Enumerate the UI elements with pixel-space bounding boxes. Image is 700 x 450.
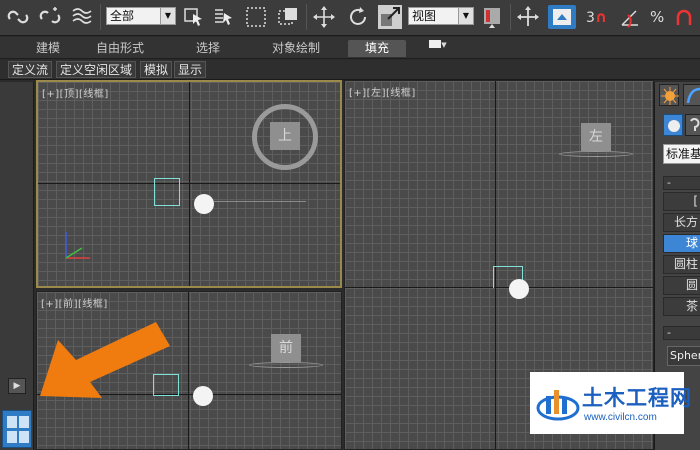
keyboard-shortcut-override-icon[interactable] bbox=[548, 5, 576, 29]
tab-selection[interactable]: 选择 bbox=[192, 40, 224, 57]
simulate-button[interactable]: 模拟 bbox=[140, 61, 173, 78]
viewport-top-label[interactable]: [+][顶][线框] bbox=[42, 85, 109, 100]
percent-snap-icon[interactable]: % bbox=[650, 5, 672, 29]
viewcube-top[interactable]: 上 bbox=[270, 122, 300, 150]
sphere-object[interactable] bbox=[193, 386, 213, 406]
chevron-down-icon: ▼ bbox=[458, 8, 473, 24]
chevron-down-icon: ▼ bbox=[160, 8, 175, 24]
object-type-box-button[interactable]: 长方 bbox=[663, 213, 700, 232]
viewcube-left[interactable]: 左 bbox=[581, 123, 611, 151]
tab-freeform[interactable]: 自由形式 bbox=[92, 40, 148, 57]
percent-label: % bbox=[650, 8, 665, 26]
object-type-cylinder-button[interactable]: 圆柱 bbox=[663, 255, 700, 274]
bind-spacewarp-icon[interactable] bbox=[70, 5, 94, 29]
sphere-object[interactable] bbox=[194, 194, 214, 214]
tab-object-paint[interactable]: 对象绘制 bbox=[268, 40, 324, 57]
select-manipulate-icon[interactable] bbox=[516, 5, 540, 29]
sphere-object[interactable] bbox=[509, 279, 529, 299]
viewcube-front[interactable]: 前 bbox=[271, 334, 301, 362]
shapes-icon[interactable] bbox=[685, 114, 700, 136]
box-object[interactable] bbox=[154, 178, 180, 206]
tab-populate[interactable]: 填充 bbox=[348, 40, 406, 57]
select-object-icon[interactable] bbox=[182, 5, 206, 29]
snap-toggle-icon[interactable]: 3∩ bbox=[586, 5, 614, 29]
scale-icon[interactable] bbox=[378, 5, 402, 29]
civilcn-logo-icon bbox=[536, 390, 580, 421]
reference-coord-value: 视图 bbox=[412, 9, 437, 23]
viewport-top[interactable]: [+][顶][线框] 上 bbox=[36, 80, 342, 288]
selection-filter-dropdown[interactable]: 全部 ▼ bbox=[106, 7, 176, 25]
rect-selection-icon[interactable] bbox=[244, 5, 268, 29]
watermark-url: www.civilcn.com bbox=[584, 412, 657, 423]
reference-coord-dropdown[interactable]: 视图 ▼ bbox=[408, 7, 474, 25]
ribbon-tabs: 建模 自由形式 选择 对象绘制 填充 ▼ bbox=[0, 37, 700, 59]
expand-arrow-icon[interactable]: ▶ bbox=[8, 378, 26, 394]
modify-tab-icon[interactable] bbox=[683, 84, 700, 106]
define-flows-button[interactable]: 定义流 bbox=[8, 61, 53, 78]
display-button[interactable]: 显示 bbox=[174, 61, 207, 78]
rollout-collapse-button[interactable]: - bbox=[663, 176, 700, 190]
annotation-arrow-icon bbox=[40, 322, 170, 398]
geometry-icon[interactable] bbox=[663, 114, 683, 136]
window-crossing-icon[interactable] bbox=[276, 5, 300, 29]
tab-modeling[interactable]: 建模 bbox=[34, 40, 62, 57]
spinner-snap-icon[interactable] bbox=[672, 5, 696, 29]
link-icon[interactable] bbox=[6, 5, 30, 29]
pivot-center-icon[interactable] bbox=[480, 5, 504, 29]
viewport-layout-icon[interactable] bbox=[2, 410, 32, 448]
main-toolbar: 全部 ▼ 视图 ▼ 3∩ % bbox=[0, 0, 700, 36]
watermark: 土木工程网 www.civilcn.com bbox=[530, 372, 691, 434]
select-by-name-icon[interactable] bbox=[212, 5, 236, 29]
object-type-torus-button[interactable]: 圆 bbox=[663, 276, 700, 295]
create-tab-icon[interactable] bbox=[659, 84, 679, 106]
rollout-collapse-button[interactable]: - bbox=[663, 326, 700, 340]
move-icon[interactable] bbox=[312, 5, 336, 29]
axis-tripod-icon bbox=[65, 232, 90, 259]
viewport-left-label[interactable]: [+][左][线框] bbox=[349, 84, 416, 99]
angle-snap-icon[interactable] bbox=[618, 5, 642, 29]
object-type-sphere-button[interactable]: 球 bbox=[663, 234, 700, 253]
watermark-title: 土木工程网 bbox=[582, 386, 692, 410]
populate-toolbar: 定义流 定义空闲区域 模拟 显示 bbox=[0, 60, 700, 80]
viewport-layout-strip: ▶ bbox=[0, 82, 34, 450]
object-category-dropdown[interactable]: 标准基 bbox=[663, 144, 700, 164]
object-type-autogrid[interactable]: [ bbox=[663, 192, 700, 211]
object-name-field[interactable]: Sphere bbox=[667, 346, 700, 366]
ribbon-options-icon[interactable]: ▼ bbox=[424, 35, 452, 55]
viewport-front-label[interactable]: [+][前][线框] bbox=[41, 295, 108, 310]
object-type-teapot-button[interactable]: 茶 bbox=[663, 297, 700, 316]
unlink-icon[interactable] bbox=[38, 5, 62, 29]
snap-label: 3 bbox=[586, 10, 595, 26]
define-idle-areas-button[interactable]: 定义空闲区域 bbox=[56, 61, 137, 78]
selection-filter-value: 全部 bbox=[110, 9, 135, 23]
rotate-icon[interactable] bbox=[346, 5, 370, 29]
